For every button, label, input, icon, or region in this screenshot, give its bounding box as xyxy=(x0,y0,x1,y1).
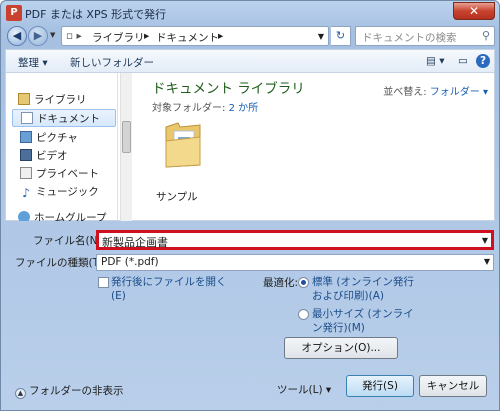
filetype-select[interactable]: PDF (*.pdf) ▼ xyxy=(96,254,494,271)
browser-area: ライブラリ ドキュメント ピクチャ ビデオ プライベート ♪ ミュージック ホーム… xyxy=(5,73,495,221)
nav-item-homegroup[interactable]: ホームグループ xyxy=(18,209,107,221)
search-input[interactable]: ドキュメントの検索 ⚲ xyxy=(355,26,495,46)
nav-label: プライベート xyxy=(36,168,99,180)
videos-icon xyxy=(20,149,32,161)
breadcrumb-separator-icon: ▸ xyxy=(218,30,224,42)
options-button[interactable]: オプション(O)... xyxy=(284,337,398,359)
hide-folders-toggle[interactable]: ▲ フォルダーの非表示 xyxy=(15,383,124,399)
breadcrumb-separator-icon: ▸ xyxy=(144,30,150,42)
organize-button[interactable]: 整理 ▾ xyxy=(18,55,48,70)
arrange-by: 並べ替え: フォルダー ▾ xyxy=(383,83,488,98)
filename-label: ファイル名(N): xyxy=(33,235,106,247)
publish-button[interactable]: 発行(S) xyxy=(346,375,414,397)
nav-item-music[interactable]: ♪ ミュージック xyxy=(20,183,99,201)
back-button[interactable]: ◀ xyxy=(7,26,27,46)
optimize-standard-label[interactable]: 標準 (オンライン発行 xyxy=(312,275,414,289)
nav-label: ホームグループ xyxy=(34,212,107,221)
powerpoint-icon: P xyxy=(6,5,22,21)
hide-folders-label: フォルダーの非表示 xyxy=(29,385,124,397)
new-folder-button[interactable]: 新しいフォルダー xyxy=(70,55,154,70)
pane-icon[interactable]: ▭ xyxy=(458,55,468,67)
window-title: PDF または XPS 形式で発行 xyxy=(25,8,167,21)
filetype-value: PDF (*.pdf) xyxy=(101,256,159,268)
arrange-label: 並べ替え: xyxy=(383,87,427,98)
open-after-checkbox[interactable] xyxy=(98,277,109,288)
scrollbar-thumb[interactable] xyxy=(122,121,131,153)
search-placeholder: ドキュメントの検索 xyxy=(362,32,457,44)
nav-item-library[interactable]: ライブラリ xyxy=(18,91,87,109)
close-button[interactable]: ✕ xyxy=(453,2,495,20)
document-icon xyxy=(21,112,33,124)
nav-item-private[interactable]: プライベート xyxy=(20,165,99,183)
optimize-label: 最適化: xyxy=(263,277,299,289)
help-icon[interactable]: ? xyxy=(476,54,490,68)
nav-scrollbar[interactable] xyxy=(120,73,132,221)
publish-dialog: P PDF または XPS 形式で発行 ✕ ◀ ▶ ▼ ▫ ▸ ライブラリ ▸ … xyxy=(0,0,500,411)
tools-menu[interactable]: ツール(L) ▾ xyxy=(277,382,331,397)
refresh-icon[interactable]: ↻ xyxy=(331,26,351,46)
file-list: ドキュメント ライブラリ 対象フォルダー: 2 か所 並べ替え: フォルダー ▾… xyxy=(134,73,496,221)
optimize-minimum-label-2[interactable]: ン発行)(M) xyxy=(312,321,365,335)
library-title: ドキュメント ライブラリ xyxy=(152,81,305,97)
music-icon: ♪ xyxy=(22,186,30,200)
library-icon xyxy=(18,93,30,105)
locations-link[interactable]: 2 か所 xyxy=(229,103,259,114)
breadcrumb-library[interactable]: ライブラリ xyxy=(92,30,145,45)
navigation-pane: ライブラリ ドキュメント ピクチャ ビデオ プライベート ♪ ミュージック ホーム… xyxy=(6,73,118,221)
address-dropdown-icon[interactable]: ▼ xyxy=(318,32,324,41)
optimize-minimum-radio[interactable] xyxy=(298,309,309,320)
open-after-key[interactable]: (E) xyxy=(111,289,126,303)
homegroup-icon xyxy=(18,211,30,221)
cancel-button[interactable]: キャンセル xyxy=(419,375,487,397)
optimize-minimum-label[interactable]: 最小サイズ (オンライ xyxy=(312,307,414,321)
pictures-icon xyxy=(20,131,32,143)
nav-item-pictures[interactable]: ピクチャ xyxy=(20,129,78,147)
filename-input[interactable]: 新製品企画書 ▼ xyxy=(96,230,494,250)
nav-label: ドキュメント xyxy=(37,113,100,125)
folder-location-icon: ▫ ▸ xyxy=(66,30,82,42)
nav-label: ビデオ xyxy=(36,150,68,162)
open-after-label[interactable]: 発行後にファイルを開く xyxy=(111,275,227,289)
subtitle-prefix: 対象フォルダー: xyxy=(152,103,229,114)
command-bar: 整理 ▾ 新しいフォルダー ▤ ▾ ▭ ? xyxy=(5,49,495,73)
library-subtitle: 対象フォルダー: 2 か所 xyxy=(152,99,258,114)
filetype-label: ファイルの種類(T): xyxy=(15,257,107,269)
nav-item-videos[interactable]: ビデオ xyxy=(20,147,68,165)
address-bar[interactable]: ▫ ▸ ライブラリ ▸ ドキュメント ▸ ▼ xyxy=(61,26,329,46)
nav-label: ライブラリ xyxy=(34,94,87,106)
library-folder-icon xyxy=(20,167,32,179)
title-bar: P PDF または XPS 形式で発行 ✕ xyxy=(1,1,499,25)
file-item-label[interactable]: サンプル xyxy=(156,189,198,204)
chevron-down-icon[interactable]: ▼ xyxy=(484,257,490,266)
navigation-bar: ◀ ▶ ▼ ▫ ▸ ライブラリ ▸ ドキュメント ▸ ▼ ↻ ドキュメントの検索… xyxy=(5,25,495,47)
folder-icon[interactable] xyxy=(162,121,204,169)
chevron-down-icon[interactable]: ▼ xyxy=(482,236,488,245)
view-options-icon[interactable]: ▤ ▾ xyxy=(426,55,445,67)
nav-label: ピクチャ xyxy=(36,132,78,144)
optimize-standard-label-2[interactable]: および印刷)(A) xyxy=(312,289,384,303)
recent-pages-dropdown-icon[interactable]: ▼ xyxy=(50,31,55,39)
forward-button[interactable]: ▶ xyxy=(28,26,48,46)
filename-value: 新製品企画書 xyxy=(102,236,168,249)
optimize-standard-radio[interactable] xyxy=(298,277,309,288)
nav-item-documents[interactable]: ドキュメント xyxy=(12,109,116,127)
arrange-dropdown[interactable]: フォルダー ▾ xyxy=(430,87,488,98)
breadcrumb-documents[interactable]: ドキュメント xyxy=(156,30,219,45)
nav-label: ミュージック xyxy=(36,186,99,198)
search-icon: ⚲ xyxy=(481,29,490,42)
chevron-up-icon: ▲ xyxy=(15,388,26,399)
